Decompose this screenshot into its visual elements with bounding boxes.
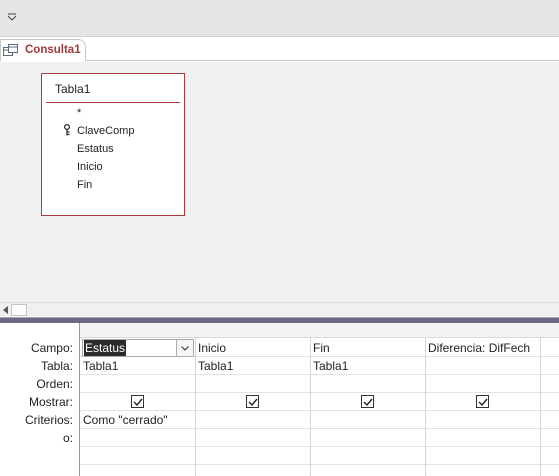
mostrar-checkbox-col3[interactable] <box>361 395 374 408</box>
primary-key-icon <box>63 123 71 136</box>
campo-selected-text: Estatus <box>84 340 127 356</box>
grid-row-divider <box>80 446 559 447</box>
tab-consulta1[interactable]: Consulta1 <box>0 39 86 61</box>
field-item-estatus[interactable]: Estatus <box>77 141 114 157</box>
customize-toolbar-dropdown-icon[interactable] <box>5 10 19 24</box>
table-field-list[interactable]: Tabla1 * ClaveComp Estatus Inicio Fin <box>41 73 185 216</box>
grid-left-border <box>79 323 80 476</box>
campo-cell-col1[interactable]: Estatus <box>82 339 194 357</box>
grid-column-divider <box>310 338 311 476</box>
table-title: Tabla1 <box>55 82 91 96</box>
document-tab-strip: Consulta1 <box>0 37 559 61</box>
query-icon <box>3 44 18 56</box>
row-label-campo: Campo: <box>30 341 73 355</box>
row-label-tabla: Tabla: <box>40 359 73 373</box>
grid-column-divider <box>540 338 541 476</box>
tabla-cell-col4[interactable] <box>428 357 538 375</box>
row-label-orden: Orden: <box>36 377 73 391</box>
field-item-all[interactable]: * <box>77 105 81 121</box>
column-selector-strip[interactable] <box>79 323 559 338</box>
criterios-cell-col1[interactable]: Como "cerrado" <box>83 411 193 429</box>
row-label-criterios: Criterios: <box>24 413 73 427</box>
row-label-o: o: <box>62 431 73 445</box>
tabla-cell-col3[interactable]: Tabla1 <box>313 357 423 375</box>
campo-cell-col2[interactable]: Inicio <box>198 339 308 357</box>
grid-row-divider <box>80 392 559 393</box>
chevron-down-icon[interactable] <box>176 340 193 356</box>
scroll-left-arrow-icon[interactable] <box>1 305 10 315</box>
grid-column-divider <box>425 338 426 476</box>
scrollbar-thumb[interactable] <box>11 304 27 316</box>
quick-access-toolbar <box>0 0 559 37</box>
query-design-pane: Tabla1 * ClaveComp Estatus Inicio Fin <box>0 62 559 302</box>
field-item-clavecomp[interactable]: ClaveComp <box>77 123 134 139</box>
grid-row-divider <box>80 464 559 465</box>
tabla-cell-col2[interactable]: Tabla1 <box>198 357 308 375</box>
grid-column-divider <box>195 338 196 476</box>
campo-cell-col4[interactable]: Diferencia: DifFech <box>428 339 540 357</box>
field-item-inicio[interactable]: Inicio <box>77 159 103 175</box>
tab-label: Consulta1 <box>25 44 81 56</box>
field-item-fin[interactable]: Fin <box>77 177 92 193</box>
campo-cell-col3[interactable]: Fin <box>313 339 423 357</box>
query-design-grid: Campo: Tabla: Orden: Mostrar: Criterios:… <box>0 323 559 476</box>
tabla-cell-col1[interactable]: Tabla1 <box>83 357 193 375</box>
table-title-divider <box>46 102 180 103</box>
row-label-mostrar: Mostrar: <box>28 395 73 409</box>
mostrar-checkbox-col2[interactable] <box>246 395 259 408</box>
mostrar-checkbox-col4[interactable] <box>476 395 489 408</box>
horizontal-scrollbar[interactable] <box>0 302 559 316</box>
mostrar-checkbox-col1[interactable] <box>131 395 144 408</box>
